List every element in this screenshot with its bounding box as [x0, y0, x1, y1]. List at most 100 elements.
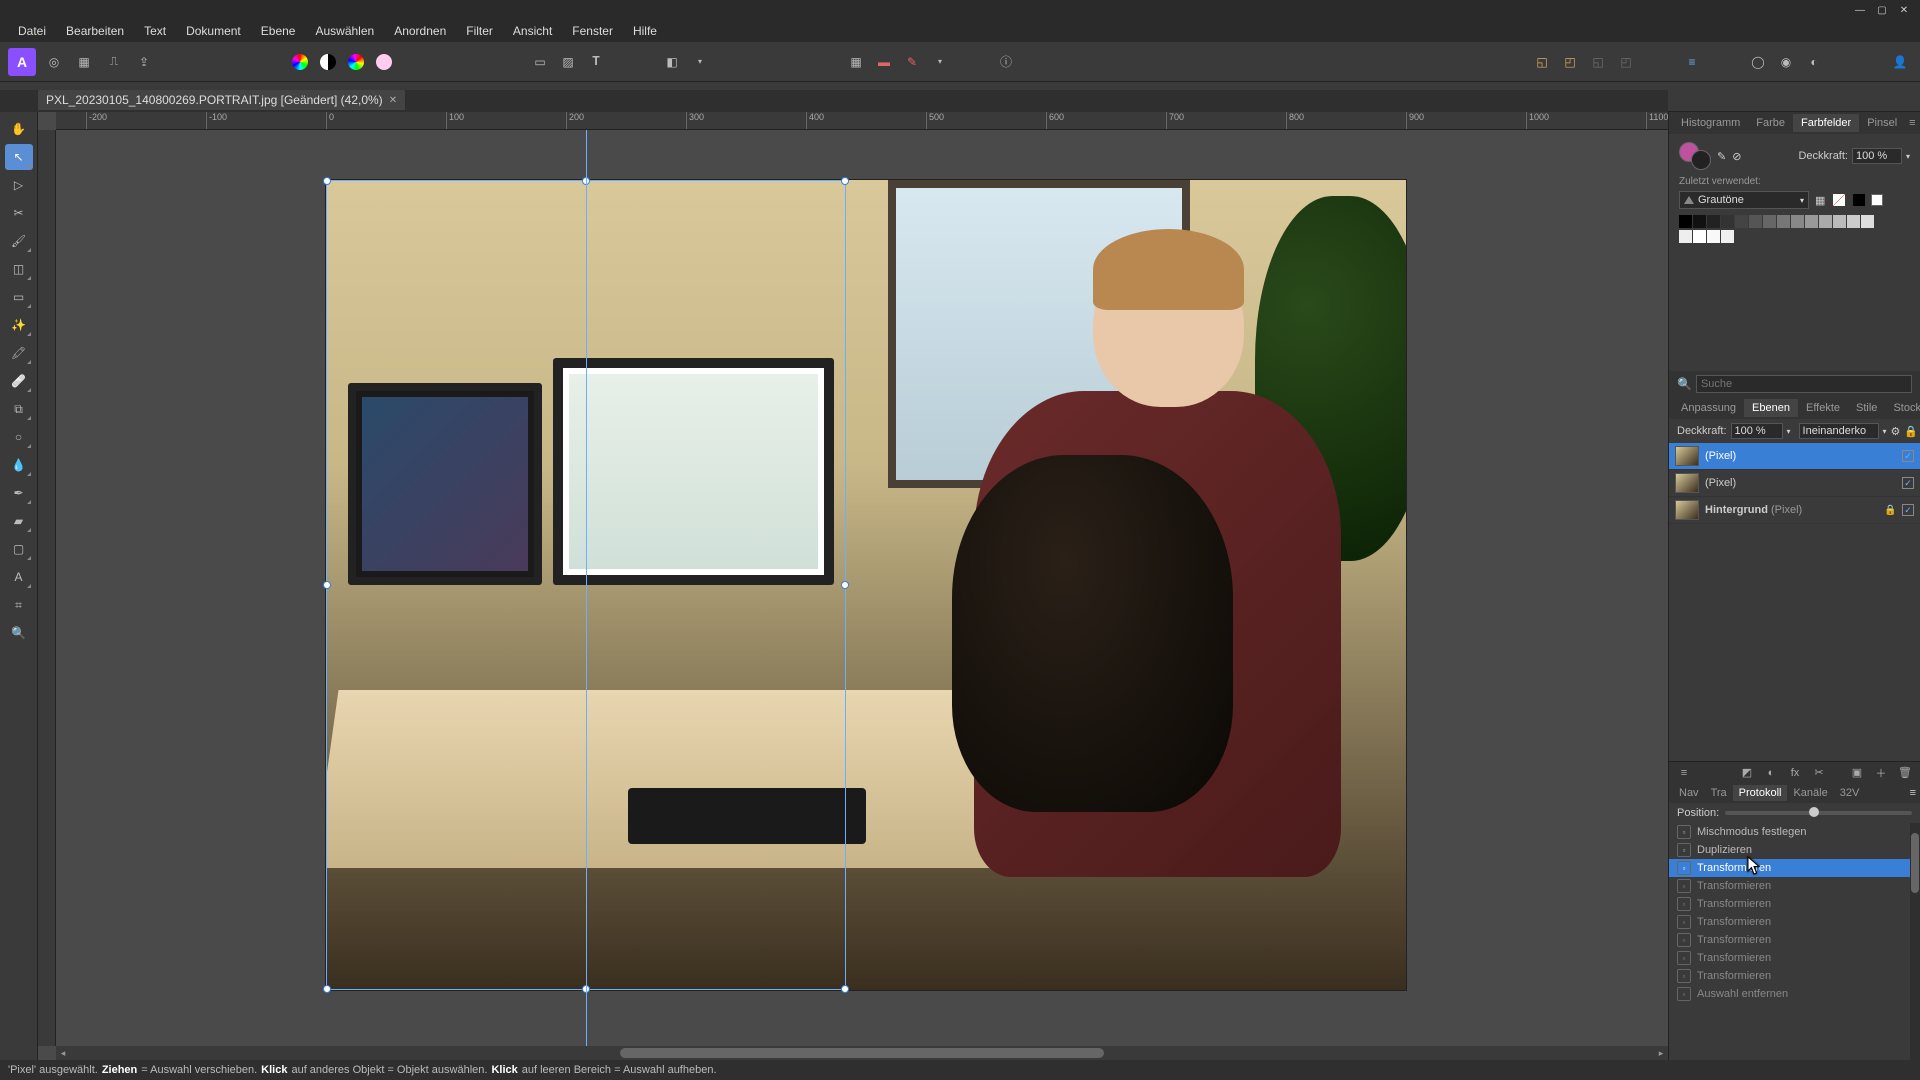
layer-visibility-checkbox[interactable]: ✓ [1902, 450, 1914, 462]
paint-brush-tool[interactable]: 🖌 [5, 228, 33, 254]
pen-tool[interactable]: ✒ [5, 480, 33, 506]
swatch[interactable] [1693, 215, 1706, 228]
scroll-left-icon[interactable]: ◂ [56, 1046, 70, 1060]
text-tool[interactable]: A [5, 564, 33, 590]
tab-kanaele[interactable]: Kanäle [1787, 785, 1833, 801]
bottom-panel-menu-icon[interactable]: ≡ [1910, 787, 1916, 799]
pixel-grid-icon[interactable]: ▬ [872, 50, 896, 74]
history-row[interactable]: ▫Transformieren [1669, 931, 1920, 949]
slider-knob[interactable] [1809, 807, 1819, 817]
crop-add-icon[interactable]: ◯ [1746, 50, 1770, 74]
swatch[interactable] [1693, 230, 1706, 243]
layer-opacity-input[interactable] [1731, 423, 1783, 439]
arrange-front-icon[interactable]: ◰ [1558, 50, 1582, 74]
selection-text-icon[interactable]: 𝐓 [584, 50, 608, 74]
history-row[interactable]: ▫Transformieren [1669, 967, 1920, 985]
document-tab[interactable]: PXL_20230105_140800269.PORTRAIT.jpg [Geä… [38, 90, 405, 110]
healing-brush-tool[interactable]: 🩹 [5, 368, 33, 394]
close-tab-icon[interactable]: ✕ [389, 95, 397, 106]
info-icon[interactable]: ⓘ [994, 50, 1018, 74]
history-row[interactable]: ▫Transformieren [1669, 859, 1920, 877]
no-fill-swatch[interactable] [1833, 194, 1845, 206]
white-swatch[interactable] [1871, 194, 1883, 206]
zoom-tool[interactable]: 🔍 [5, 620, 33, 646]
crop-subtract-icon[interactable]: ◐ [1802, 50, 1826, 74]
tab-stock[interactable]: Stock [1885, 399, 1920, 417]
swatch[interactable] [1791, 215, 1804, 228]
history-row[interactable]: ▫Auswahl entfernen [1669, 985, 1920, 1003]
tab-pinsel[interactable]: Pinsel [1859, 114, 1905, 132]
menu-auswaehlen[interactable]: Auswählen [305, 21, 384, 41]
scroll-right-icon[interactable]: ▸ [1654, 1046, 1668, 1060]
tab-histogramm[interactable]: Histogramm [1673, 114, 1748, 132]
colour-bw-icon[interactable] [316, 50, 340, 74]
fx-icon[interactable]: fx [1786, 767, 1804, 779]
tab-32v[interactable]: 32V [1834, 785, 1866, 801]
window-close-button[interactable]: ✕ [1894, 2, 1914, 18]
colour-spectrum-icon[interactable] [344, 50, 368, 74]
eyedropper-icon[interactable]: ✎ [1717, 150, 1726, 163]
blend-mode-select[interactable] [1799, 423, 1879, 439]
history-row[interactable]: ▫Transformieren [1669, 877, 1920, 895]
colour-wheel-icon[interactable] [288, 50, 312, 74]
scrollbar-thumb[interactable] [620, 1048, 1104, 1058]
tab-protokoll[interactable]: Protokoll [1733, 785, 1788, 801]
crop-intersect-icon[interactable]: ◉ [1774, 50, 1798, 74]
history-row[interactable]: ▫Transformieren [1669, 913, 1920, 931]
menu-ansicht[interactable]: Ansicht [503, 21, 562, 41]
shape-tool[interactable]: ▢ [5, 536, 33, 562]
swatch[interactable] [1679, 230, 1692, 243]
selection-marquee-icon[interactable]: ▭ [528, 50, 552, 74]
black-swatch[interactable] [1853, 194, 1865, 206]
mask-icon[interactable]: ◩ [1738, 766, 1756, 779]
resize-handle-bot-right[interactable] [841, 985, 849, 993]
layer-lock-icon[interactable]: 🔒 [1904, 425, 1918, 438]
layer-blend-icon[interactable]: ≡ [1675, 767, 1693, 779]
opacity-input[interactable] [1852, 148, 1902, 164]
canvas[interactable] [56, 130, 1668, 1046]
delete-layer-icon[interactable]: 🗑 [1896, 766, 1914, 779]
menu-datei[interactable]: Datei [8, 21, 56, 41]
menu-anordnen[interactable]: Anordnen [384, 21, 456, 41]
node-tool[interactable]: ▷ [5, 172, 33, 198]
history-row[interactable]: ▫Transformieren [1669, 949, 1920, 967]
arrange-back-icon[interactable]: ◱ [1530, 50, 1554, 74]
swatch-view-icon[interactable]: ▦ [1815, 194, 1825, 207]
history-scrollbar[interactable] [1910, 823, 1920, 1060]
ruler-horizontal[interactable]: -200 -100 0 100 200 300 400 500 600 700 … [56, 112, 1668, 130]
blend-dropdown-icon[interactable]: ▾ [1883, 427, 1887, 436]
move-tool[interactable]: ↖ [5, 144, 33, 170]
flood-select-tool[interactable]: ✨ [5, 312, 33, 338]
persona-liquify-icon[interactable]: ▦ [72, 50, 96, 74]
history-slider[interactable] [1725, 811, 1912, 815]
ruler-vertical[interactable] [38, 130, 56, 1046]
swatch[interactable] [1763, 215, 1776, 228]
panel-menu-icon[interactable]: ≡ [1905, 117, 1919, 129]
add-layer-icon[interactable]: ＋ [1872, 765, 1890, 781]
gradient-tool[interactable]: ▰ [5, 508, 33, 534]
history-row[interactable]: ▫Mischmodus festlegen [1669, 823, 1920, 841]
horizontal-scrollbar[interactable]: ◂ ▸ [56, 1046, 1668, 1060]
menu-hilfe[interactable]: Hilfe [623, 21, 667, 41]
dropdown-arrow-icon[interactable]: ▾ [688, 50, 712, 74]
menu-ebene[interactable]: Ebene [251, 21, 306, 41]
layer-cog-icon[interactable]: ⚙ [1891, 425, 1901, 438]
crop-layer-icon[interactable]: ✂ [1810, 766, 1828, 779]
resize-handle-bot-left[interactable] [323, 985, 331, 993]
swatch[interactable] [1777, 215, 1790, 228]
adjustment-icon[interactable]: ◐ [1762, 767, 1780, 779]
swatch[interactable] [1721, 230, 1734, 243]
swatch[interactable] [1819, 215, 1832, 228]
swatch[interactable] [1805, 215, 1818, 228]
grid-icon[interactable]: ▦ [844, 50, 868, 74]
swatch[interactable] [1721, 215, 1734, 228]
align-icon[interactable]: ≡ [1680, 50, 1704, 74]
tab-tra[interactable]: Tra [1705, 785, 1733, 801]
no-colour-icon[interactable]: ⊘ [1732, 150, 1741, 163]
tab-nav[interactable]: Nav [1673, 785, 1705, 801]
crop-tool[interactable]: ✂ [5, 200, 33, 226]
persona-photo-icon[interactable]: ◎ [42, 50, 66, 74]
layer-visibility-checkbox[interactable]: ✓ [1902, 504, 1914, 516]
swatch[interactable] [1735, 215, 1748, 228]
menu-dokument[interactable]: Dokument [176, 21, 251, 41]
